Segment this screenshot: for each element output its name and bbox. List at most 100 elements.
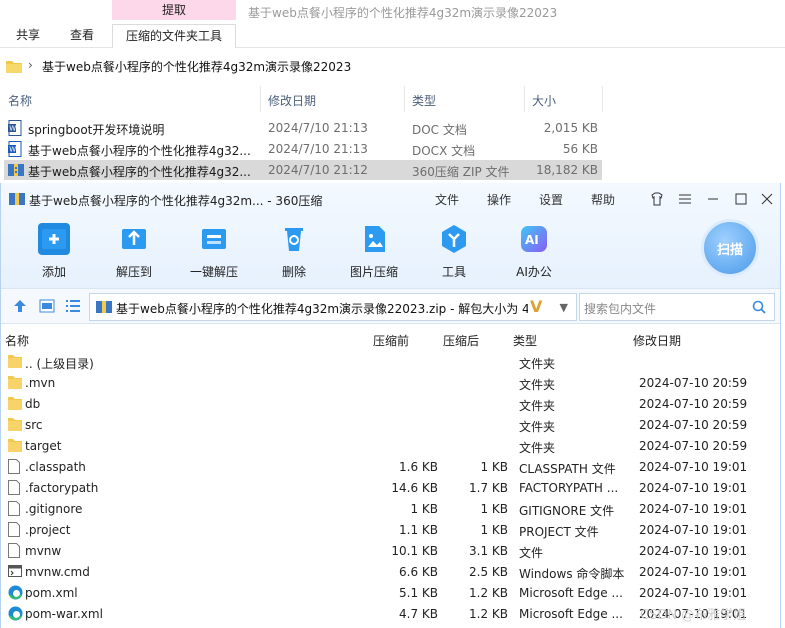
file-name: 基于web点餐小程序的个性化推荐4g32... — [28, 165, 251, 179]
zip-file-type: 文件夹 — [519, 357, 556, 371]
scan-button[interactable]: 扫描 — [701, 219, 759, 277]
view-list-icon[interactable] — [65, 299, 81, 316]
menu-help[interactable]: 帮助 — [591, 191, 615, 208]
zip-file-row[interactable]: pom.xml 5.1 KB 1.2 KB Microsoft Edge ... 202… — [1, 583, 780, 604]
up-arrow-icon[interactable] — [13, 299, 27, 316]
zip-file-date: 2024-07-10 19:01 — [639, 481, 748, 495]
menu-operation[interactable]: 操作 — [487, 191, 511, 208]
column-type[interactable]: 类型 — [412, 92, 436, 109]
column-modified[interactable]: 修改日期 — [633, 332, 681, 349]
file-name: 基于web点餐小程序的个性化推荐4g32... — [28, 144, 251, 158]
maximize-icon[interactable] — [731, 189, 751, 209]
extract-to-icon — [118, 223, 150, 255]
file-type: 360压缩 ZIP 文件 — [412, 165, 510, 179]
zip-file-type: 文件夹 — [519, 399, 556, 413]
zip-file-row[interactable]: target 文件夹 2024-07-10 20:59 — [1, 436, 780, 457]
breadcrumb[interactable]: 基于web点餐小程序的个性化推荐4g32m演示录像22023 — [42, 58, 351, 75]
address-bar[interactable]: › 基于web点餐小程序的个性化推荐4g32m演示录像22023 — [0, 52, 785, 80]
zip-file-row[interactable]: db 文件夹 2024-07-10 20:59 — [1, 394, 780, 415]
watermark: CSDN @布雅学姐 — [640, 608, 747, 623]
zip-file-row[interactable]: .factorypath 14.6 KB 1.7 KB FACTORYPATH ...… — [1, 478, 780, 499]
ai-office-button[interactable]: AI AI办公 — [499, 223, 569, 280]
zip-file-original-size: 1.6 KB — [399, 460, 438, 474]
column-modified[interactable]: 修改日期 — [268, 92, 316, 109]
zip-column-headers: 名称 压缩前 压缩后 类型 修改日期 — [1, 328, 780, 350]
view-detail-icon[interactable] — [39, 299, 55, 316]
zip-app-icon — [9, 192, 25, 209]
zip-file-compressed-size: 2.5 KB — [469, 565, 508, 579]
context-tab-header[interactable]: 提取 — [112, 0, 236, 20]
zip-file-row[interactable]: mvnw 10.1 KB 3.1 KB 文件 2024-07-10 19:01 — [1, 541, 780, 562]
zip-file-compressed-size: 1 KB — [480, 502, 508, 516]
delete-button[interactable]: 删除 — [259, 223, 329, 280]
chevron-right-icon[interactable]: › — [28, 58, 33, 72]
tab-share[interactable]: 共享 — [16, 24, 40, 48]
menu-settings[interactable]: 设置 — [539, 191, 563, 208]
zip-file-type: GITIGNORE 文件 — [519, 504, 615, 518]
column-name[interactable]: 名称 — [8, 92, 32, 109]
column-compressed-size[interactable]: 压缩后 — [443, 332, 479, 349]
zip-file-type: FACTORYPATH ... — [519, 481, 619, 495]
zip-file-row[interactable]: .mvn 文件夹 2024-07-10 20:59 — [1, 373, 780, 394]
one-click-extract-button[interactable]: 一键解压 — [179, 223, 249, 280]
zip-file-date: 2024-07-10 19:01 — [639, 460, 748, 474]
folder-icon — [6, 60, 22, 76]
zip-file-compressed-size: 1 KB — [480, 460, 508, 474]
tools-button[interactable]: 工具 — [419, 223, 489, 280]
one-click-extract-icon — [198, 223, 230, 255]
zip-file-name: pom.xml — [25, 586, 78, 600]
svg-text:W: W — [9, 146, 16, 154]
skin-icon[interactable] — [647, 189, 667, 209]
zip-file-row[interactable]: .classpath 1.6 KB 1 KB CLASSPATH 文件 2024-07-… — [1, 457, 780, 478]
add-button[interactable]: 添加 — [19, 223, 89, 280]
zip-file-row[interactable]: mvnw.cmd 6.6 KB 2.5 KB Windows 命令脚本 2024-07-… — [1, 562, 780, 583]
file-row[interactable]: W 基于web点餐小程序的个性化推荐4g32... 2024/7/10 21:1… — [4, 139, 602, 159]
folder-icon — [8, 438, 22, 455]
minimize-icon[interactable] — [703, 189, 723, 209]
file-name: springboot开发环境说明 — [28, 123, 165, 137]
zip-file-date: 2024-07-10 20:59 — [639, 418, 748, 432]
search-icon[interactable] — [752, 300, 766, 317]
file-icon — [8, 459, 20, 477]
word-doc-icon: W — [8, 120, 22, 139]
file-row-selected[interactable]: 基于web点餐小程序的个性化推荐4g32... 2024/7/10 21:12 … — [4, 160, 602, 180]
zip-file-date: 2024-07-10 19:01 — [639, 502, 748, 516]
tab-view[interactable]: 查看 — [70, 24, 94, 48]
tab-compressed-folder-tools[interactable]: 压缩的文件夹工具 — [112, 24, 236, 48]
recycle-icon — [278, 223, 310, 255]
zip-file-row[interactable]: src 文件夹 2024-07-10 20:59 — [1, 415, 780, 436]
file-row[interactable]: W springboot开发环境说明 2024/7/10 21:13 DOC 文… — [4, 118, 602, 138]
close-icon[interactable] — [757, 189, 777, 209]
extract-to-button[interactable]: 解压到 — [99, 223, 169, 280]
image-compress-icon — [358, 223, 390, 255]
column-original-size[interactable]: 压缩前 — [373, 332, 409, 349]
dropdown-arrow-icon[interactable]: ▼ — [560, 301, 568, 314]
menu-file[interactable]: 文件 — [435, 191, 459, 208]
zip-file-row[interactable]: .gitignore 1 KB 1 KB GITIGNORE 文件 2024-07-10… — [1, 499, 780, 520]
folder-icon — [8, 354, 22, 371]
file-size: 56 KB — [562, 142, 598, 156]
zip-file-original-size: 1.1 KB — [399, 523, 438, 537]
search-input[interactable]: 搜索包内文件 — [584, 300, 656, 317]
zip-file-row[interactable]: .. (上级目录) 文件夹 — [1, 352, 780, 373]
menu-icon[interactable] — [675, 189, 695, 209]
image-compress-button[interactable]: 图片压缩 — [339, 223, 409, 280]
search-box[interactable]: 搜索包内文件 — [579, 293, 775, 321]
zip-file-original-size: 6.6 KB — [399, 565, 438, 579]
zip-window-title: 基于web点餐小程序的个性化推荐4g32m... - 360压缩 — [29, 194, 323, 208]
zip-file-compressed-size: 1.2 KB — [469, 586, 508, 600]
zip-file-name: db — [25, 397, 41, 411]
zip-file-type: Microsoft Edge ... — [519, 607, 623, 621]
column-name[interactable]: 名称 — [5, 332, 29, 349]
zip-path-field[interactable]: 基于web点餐小程序的个性化推荐4g32m演示录像22023.zip - 解包大… — [89, 293, 577, 321]
explorer-window-title: 基于web点餐小程序的个性化推荐4g32m演示录像22023 — [248, 6, 558, 20]
column-type[interactable]: 类型 — [513, 332, 537, 349]
column-size[interactable]: 大小 — [532, 92, 556, 109]
zip-file-date: 2024-07-10 19:01 — [639, 523, 748, 537]
zip-file-name: pom-war.xml — [25, 607, 103, 621]
zip-toolbar-area: 基于web点餐小程序的个性化推荐4g32m... - 360压缩 文件 操作 设… — [1, 183, 780, 288]
add-icon — [38, 223, 70, 255]
zip-file-name: .classpath — [25, 460, 86, 474]
zip-file-name: mvnw.cmd — [25, 565, 90, 579]
zip-file-row[interactable]: .project 1.1 KB 1 KB PROJECT 文件 2024-07-10 1… — [1, 520, 780, 541]
